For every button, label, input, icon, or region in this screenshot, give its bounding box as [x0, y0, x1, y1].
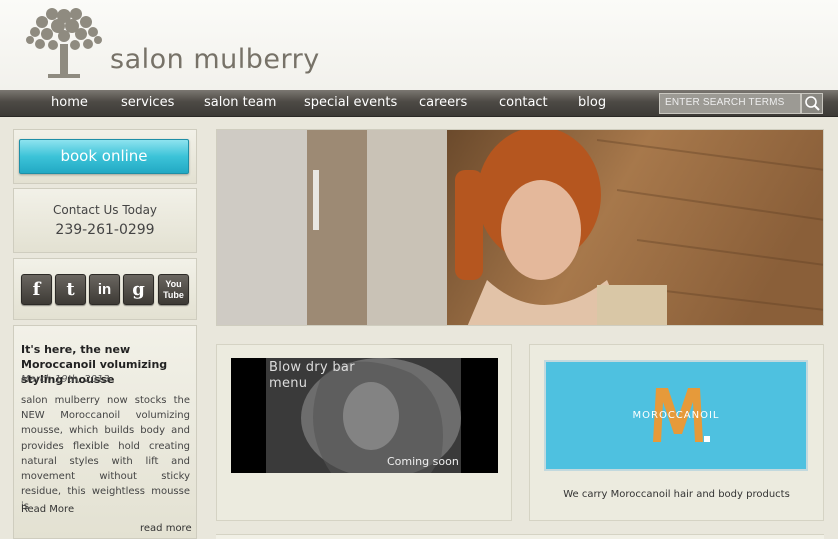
search-icon — [805, 96, 820, 111]
moroccanoil-brand: MOROCCANOIL — [632, 410, 720, 421]
contact-phone[interactable]: 239-261-0299 — [13, 222, 197, 238]
post-date: March 19th, 2013 — [21, 374, 110, 385]
moroccanoil-caption: We carry Moroccanoil hair and body produ… — [563, 489, 790, 500]
nav-home[interactable]: home — [51, 95, 88, 110]
next-section-edge — [216, 534, 824, 539]
post-excerpt: salon mulberry now stocks the NEW Morocc… — [21, 395, 190, 513]
nav-careers[interactable]: careers — [419, 95, 467, 110]
hero-photo — [217, 130, 823, 325]
nav-services[interactable]: services — [121, 95, 174, 110]
book-online-button[interactable]: book online — [19, 139, 189, 174]
read-more-link[interactable]: Read More — [21, 504, 74, 515]
youtube-icon[interactable]: You Tube — [158, 274, 189, 305]
blow-dry-title-line2: menu — [269, 376, 308, 391]
search-button[interactable] — [801, 93, 823, 114]
facebook-icon[interactable]: f — [21, 274, 52, 305]
nav-blog[interactable]: blog — [578, 95, 606, 110]
google-icon[interactable]: g — [123, 274, 154, 305]
brand-name[interactable]: salon mulberry — [110, 44, 320, 75]
nav-special-events[interactable]: special events — [304, 95, 397, 110]
read-more-all-link[interactable]: read more — [140, 523, 192, 534]
contact-title: Contact Us Today — [52, 203, 158, 217]
coming-soon-label: Coming soon — [387, 455, 459, 468]
nav-contact[interactable]: contact — [499, 95, 548, 110]
twitter-icon[interactable]: t — [55, 274, 86, 305]
hero-banner-image[interactable] — [216, 129, 824, 326]
contact-panel — [13, 188, 197, 253]
blow-dry-title: Blow dry bar menu — [269, 360, 355, 392]
moroccanoil-logo-image[interactable]: MOROCCANOIL — [544, 360, 808, 471]
site-header: salon mulberry — [0, 0, 838, 90]
nav-salon-team[interactable]: salon team — [204, 95, 276, 110]
linkedin-icon[interactable]: in — [89, 274, 120, 305]
blow-dry-title-line1: Blow dry bar — [269, 360, 355, 375]
blow-dry-bar-image[interactable]: Blow dry bar menu Coming soon — [231, 358, 498, 473]
search-input[interactable]: ENTER SEARCH TERMS — [659, 93, 801, 114]
mulberry-tree-logo-icon[interactable] — [22, 4, 106, 80]
